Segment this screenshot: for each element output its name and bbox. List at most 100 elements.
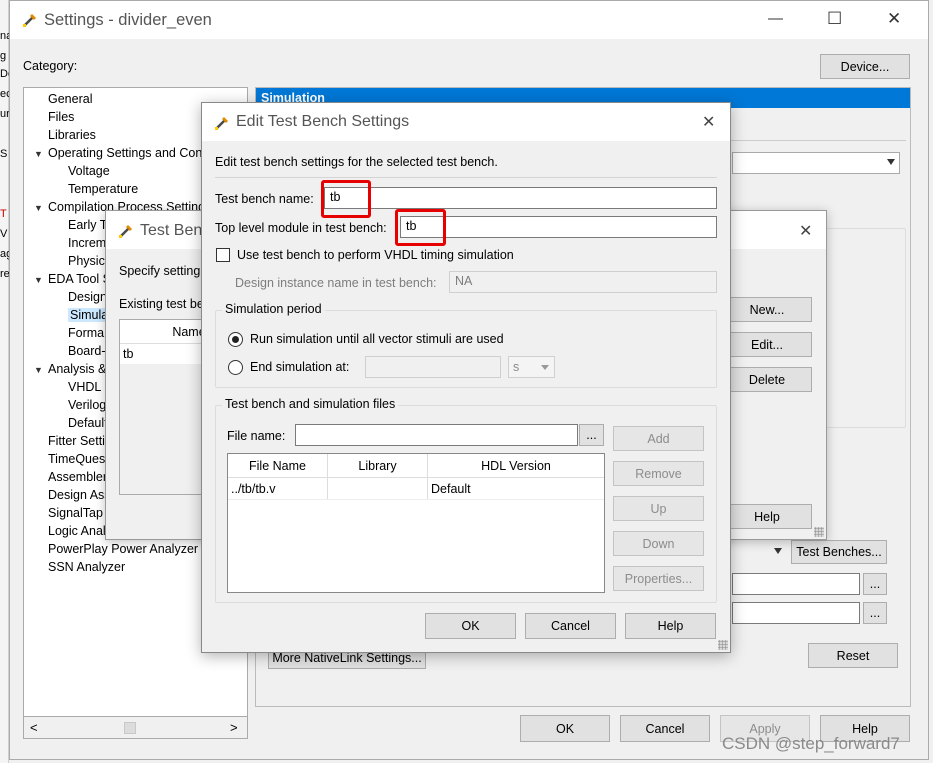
design-instance-input[interactable]: NA xyxy=(449,271,717,293)
column-header[interactable]: HDL Version xyxy=(428,459,604,473)
reset-button[interactable]: Reset xyxy=(808,643,898,668)
tree-item[interactable]: Assembler xyxy=(48,470,107,484)
end-at-unit-value: s xyxy=(513,360,520,374)
top-module-input[interactable]: tb xyxy=(400,216,717,238)
files-group-title: Test bench and simulation files xyxy=(222,397,399,411)
close-button[interactable]: ✕ xyxy=(702,112,715,132)
tree-item[interactable]: General xyxy=(48,92,92,106)
expand-caret-icon[interactable]: ▼ xyxy=(34,365,43,375)
radio-end-at-label[interactable]: End simulation at: xyxy=(250,360,349,374)
close-button[interactable]: ✕ xyxy=(887,9,901,29)
tree-item[interactable]: Operating Settings and Con xyxy=(48,146,202,160)
tree-item[interactable]: Forma xyxy=(68,326,104,340)
chevron-down-icon xyxy=(887,159,895,165)
device-button[interactable]: Device... xyxy=(820,54,910,79)
cancel-button[interactable]: Cancel xyxy=(525,613,616,639)
design-instance-label: Design instance name in test bench: xyxy=(235,276,437,290)
up-button[interactable]: Up xyxy=(613,496,704,521)
file-name-input[interactable] xyxy=(295,424,578,446)
existing-label: Existing test be xyxy=(119,297,204,311)
list-item-name: tb xyxy=(123,347,134,361)
highlight-box xyxy=(321,180,371,218)
tree-item[interactable]: Default xyxy=(68,416,108,430)
expand-caret-icon[interactable]: ▼ xyxy=(34,149,43,159)
tree-item[interactable]: Temperature xyxy=(68,182,138,196)
tree-item[interactable]: Increm xyxy=(68,236,106,250)
resize-grip[interactable] xyxy=(814,527,824,537)
watermark: CSDN @step_forward7 xyxy=(722,734,900,753)
tree-item[interactable]: Libraries xyxy=(48,128,96,142)
tree-item[interactable]: Fitter Setti xyxy=(48,434,105,448)
test-benches-button[interactable]: Test Benches... xyxy=(791,540,887,564)
browse-button[interactable]: ... xyxy=(863,573,887,595)
delete-button[interactable]: Delete xyxy=(722,367,812,392)
radio-dot xyxy=(232,336,239,343)
specify-text: Specify setting xyxy=(119,264,201,278)
edge-text: T xyxy=(0,208,7,220)
browse-button[interactable]: ... xyxy=(863,602,887,624)
scroll-left-arrow[interactable]: < xyxy=(30,720,38,735)
close-button[interactable]: ✕ xyxy=(799,221,812,241)
scroll-right-arrow[interactable]: > xyxy=(230,720,238,735)
tree-item[interactable]: VHDL I xyxy=(68,380,108,394)
tree-item[interactable]: Simula xyxy=(68,308,111,322)
tree-item[interactable]: EDA Tool S xyxy=(48,272,111,286)
use-tb-checkbox-label[interactable]: Use test bench to perform VHDL timing si… xyxy=(237,248,514,262)
tree-item[interactable]: SSN Analyzer xyxy=(48,560,125,574)
tool-dropdown[interactable] xyxy=(732,152,900,174)
ok-button[interactable]: OK xyxy=(520,715,610,742)
end-at-input[interactable] xyxy=(365,356,501,378)
tree-item[interactable]: Files xyxy=(48,110,74,124)
tree-scrollbar[interactable]: < > xyxy=(23,717,248,739)
tree-item[interactable]: TimeQues xyxy=(48,452,105,466)
tb-name-input[interactable]: tb xyxy=(324,187,717,209)
chevron-down-icon xyxy=(541,365,549,370)
tree-item[interactable]: PowerPlay Power Analyzer xyxy=(48,542,198,556)
use-tb-checkbox[interactable] xyxy=(216,248,230,262)
tree-item[interactable]: Verilog xyxy=(68,398,106,412)
remove-button[interactable]: Remove xyxy=(613,461,704,486)
expand-caret-icon[interactable]: ▼ xyxy=(34,275,43,285)
table-cell: Default xyxy=(431,482,471,496)
table-cell: ../tb/tb.v xyxy=(231,482,276,496)
tree-item[interactable]: Voltage xyxy=(68,164,110,178)
tree-item[interactable]: Board- xyxy=(68,344,106,358)
resize-grip[interactable] xyxy=(718,640,728,650)
minimize-button[interactable]: — xyxy=(768,10,783,27)
app-icon xyxy=(117,222,135,240)
radio-end-at[interactable] xyxy=(228,360,243,375)
cancel-button[interactable]: Cancel xyxy=(620,715,710,742)
tree-item[interactable]: Logic Anal xyxy=(48,524,106,538)
tree-item[interactable]: Design Ass xyxy=(48,488,111,502)
browse-button[interactable]: ... xyxy=(579,424,604,446)
tree-item[interactable]: Design xyxy=(68,290,107,304)
help-button[interactable]: Help xyxy=(625,613,716,639)
app-icon xyxy=(21,11,39,29)
field-2[interactable] xyxy=(732,602,860,624)
ok-button[interactable]: OK xyxy=(425,613,516,639)
field-1[interactable] xyxy=(732,573,860,595)
tree-item[interactable]: Early T xyxy=(68,218,107,232)
radio-run-all-label[interactable]: Run simulation until all vector stimuli … xyxy=(250,332,504,346)
properties-button[interactable]: Properties... xyxy=(613,566,704,591)
add-button[interactable]: Add xyxy=(613,426,704,451)
edit-test-bench-dialog: Edit Test Bench Settings ✕ Edit test ben… xyxy=(201,102,731,653)
maximize-button[interactable]: ☐ xyxy=(827,9,842,29)
edge-text: g xyxy=(0,50,7,62)
test-bench-dropdown[interactable] xyxy=(732,540,786,562)
dialog-title: Edit Test Bench Settings xyxy=(236,113,410,130)
tree-item[interactable]: SignalTap xyxy=(48,506,103,520)
help-button[interactable]: Help xyxy=(722,504,812,529)
new-button[interactable]: New... xyxy=(722,297,812,322)
table-row[interactable]: ../tb/tb.v Default xyxy=(228,478,604,500)
down-button[interactable]: Down xyxy=(613,531,704,556)
expand-caret-icon[interactable]: ▼ xyxy=(34,203,43,213)
tb-name-label: Test bench name: xyxy=(215,192,314,206)
highlight-box xyxy=(395,209,446,246)
edge-text: S xyxy=(0,148,8,160)
tree-item[interactable]: Analysis & xyxy=(48,362,106,376)
radio-run-all[interactable] xyxy=(228,332,243,347)
scroll-thumb[interactable] xyxy=(124,722,136,734)
edit-button[interactable]: Edit... xyxy=(722,332,812,357)
end-at-unit-select[interactable]: s xyxy=(508,356,555,378)
